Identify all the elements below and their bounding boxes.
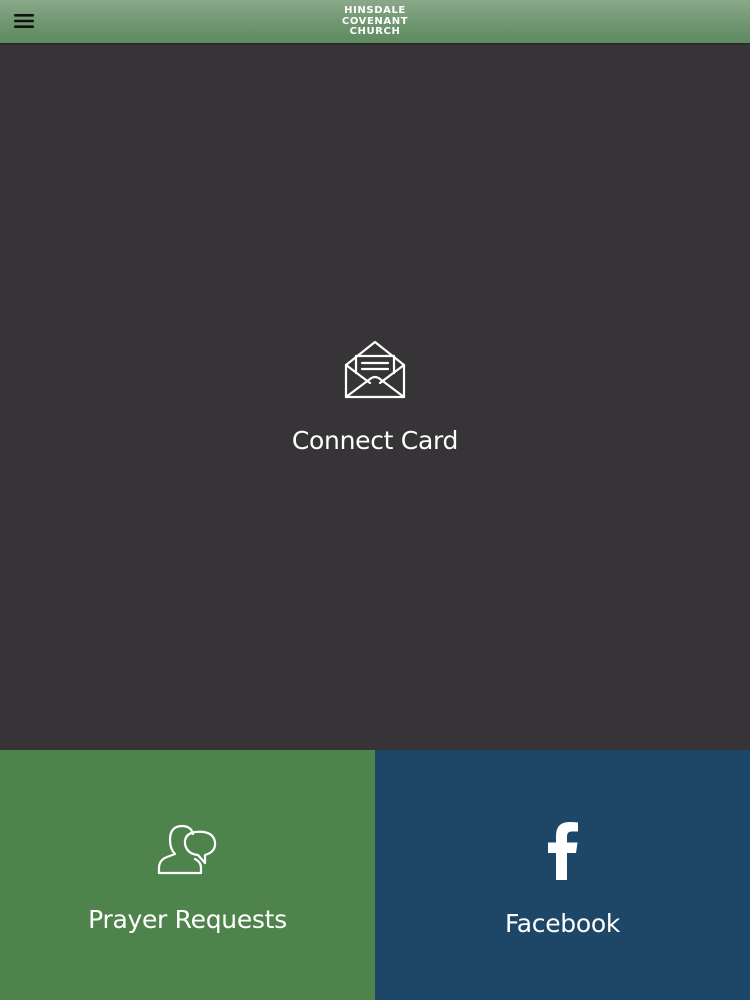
facebook-icon (546, 822, 580, 880)
facebook-label: Facebook (504, 909, 621, 938)
app-screen: HINSDALE COVENANT CHURCH Connect Card Pr… (0, 0, 750, 1000)
church-logo[interactable]: HINSDALE COVENANT CHURCH (0, 5, 750, 38)
facebook-tile[interactable]: Facebook (375, 750, 750, 1000)
app-header: HINSDALE COVENANT CHURCH (0, 0, 750, 43)
logo-line-3: CHURCH (349, 26, 401, 37)
prayer-requests-tile[interactable]: Prayer Requests (0, 750, 375, 1000)
people-speech-icon (157, 822, 219, 876)
prayer-requests-content: Prayer Requests (0, 822, 375, 934)
prayer-requests-label: Prayer Requests (88, 905, 287, 934)
open-envelope-icon (344, 339, 406, 401)
facebook-content: Facebook (375, 822, 750, 938)
logo-line-1: HINSDALE (344, 5, 406, 16)
connect-card-label: Connect Card (291, 426, 459, 455)
connect-card-content: Connect Card (0, 339, 750, 455)
connect-card-tile[interactable]: Connect Card (0, 43, 750, 750)
